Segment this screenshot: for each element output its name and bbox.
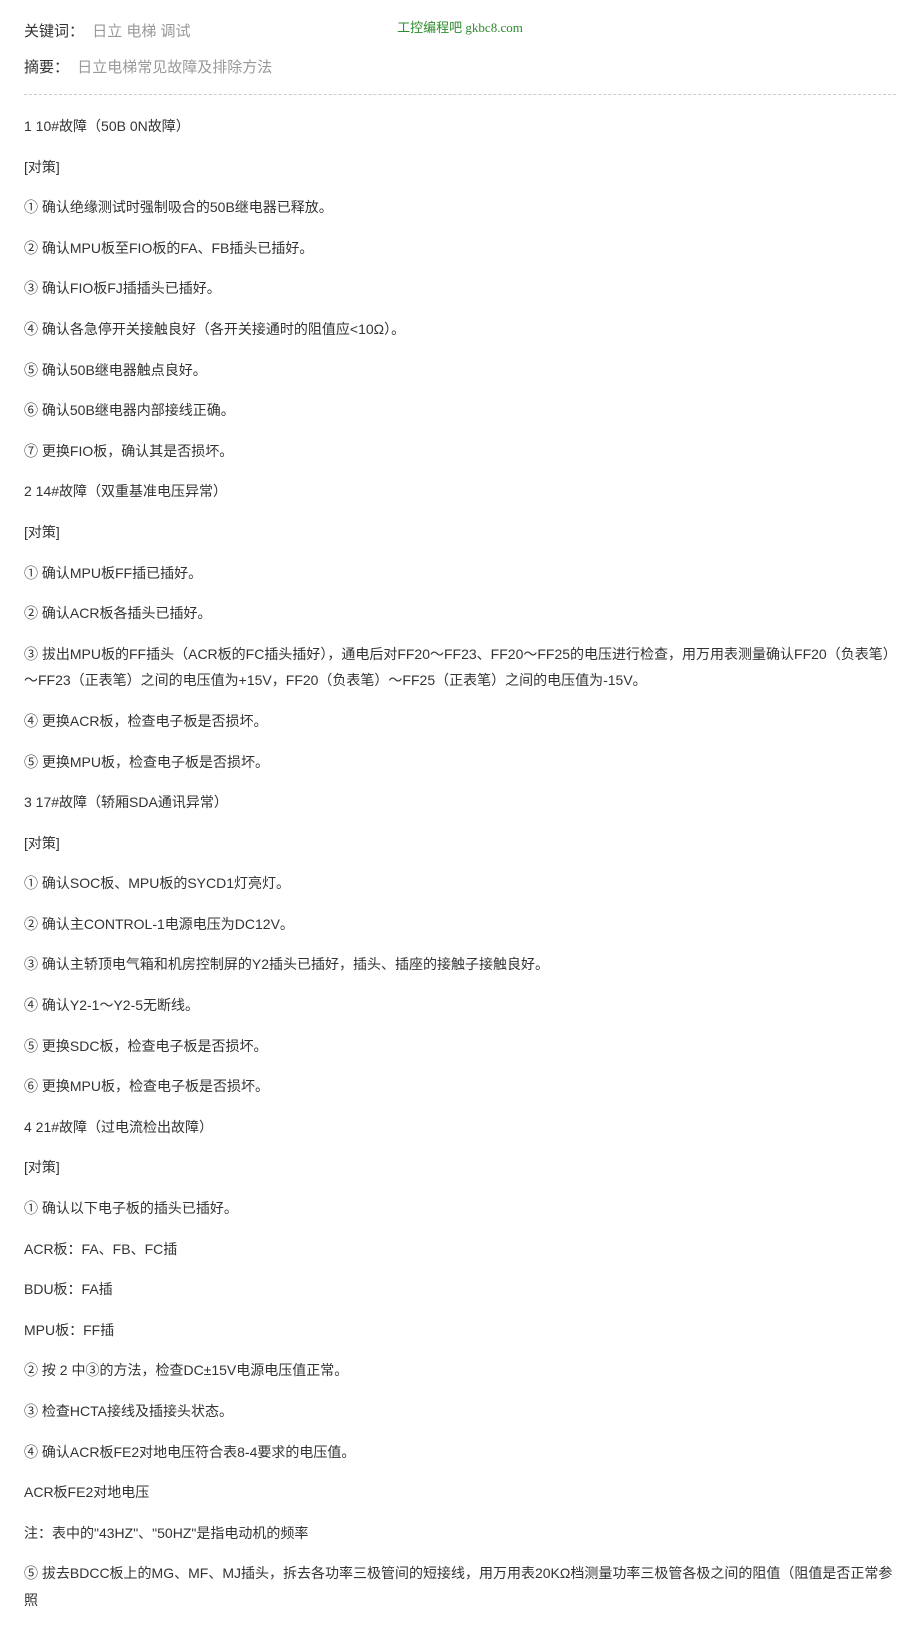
content-line: ② 确认主CONTROL-1电源电压为DC12V。 — [24, 911, 896, 938]
content-line: ③ 确认主轿顶电气箱和机房控制屏的Y2插头已插好，插头、插座的接触子接触良好。 — [24, 951, 896, 978]
content-line: 注：表中的"43HZ"、"50HZ"是指电动机的频率 — [24, 1520, 896, 1547]
content-line: ⑤ 更换MPU板，检查电子板是否损坏。 — [24, 749, 896, 776]
content-line: ④ 确认各急停开关接触良好（各开关接通时的阻值应<10Ω）。 — [24, 316, 896, 343]
content-line: ③ 确认FIO板FJ插插头已插好。 — [24, 275, 896, 302]
content-line: 3 17#故障（轿厢SDA通讯异常） — [24, 789, 896, 816]
content-line: ③ 检查HCTA接线及插接头状态。 — [24, 1398, 896, 1425]
keywords-label: 关键词： — [24, 23, 84, 40]
content-line: ④ 更换ACR板，检查电子板是否损坏。 — [24, 708, 896, 735]
content-line: ⑤ 确认50B继电器触点良好。 — [24, 357, 896, 384]
abstract-label: 摘要： — [24, 59, 69, 76]
content-line: ⑤ 更换SDC板，检查电子板是否损坏。 — [24, 1033, 896, 1060]
content-line: 1 10#故障（50B 0N故障） — [24, 113, 896, 140]
content-line: [对策] — [24, 830, 896, 857]
content-line: ACR板：FA、FB、FC插 — [24, 1236, 896, 1263]
content-line: ③ 拔出MPU板的FF插头（ACR板的FC插头插好），通电后对FF20～FF23… — [24, 641, 896, 694]
abstract-value: 日立电梯常见故障及排除方法 — [77, 59, 272, 76]
keywords-value: 日立 电梯 调试 — [92, 23, 190, 40]
content-line: ④ 确认ACR板FE2对地电压符合表8-4要求的电压值。 — [24, 1439, 896, 1466]
content-line: [对策] — [24, 154, 896, 181]
content-line: ⑥ 确认50B继电器内部接线正确。 — [24, 397, 896, 424]
abstract-row: 摘要： 日立电梯常见故障及排除方法 — [24, 56, 896, 80]
content-line: ② 确认ACR板各插头已插好。 — [24, 600, 896, 627]
content-line: ① 确认SOC板、MPU板的SYCD1灯亮灯。 — [24, 870, 896, 897]
content-line: ⑤ 拔去BDCC板上的MG、MF、MJ插头，拆去各功率三极管间的短接线，用万用表… — [24, 1560, 896, 1613]
content-line: [对策] — [24, 1154, 896, 1181]
content-line: ② 按 2 中③的方法，检查DC±15V电源电压值正常。 — [24, 1357, 896, 1384]
content-line: 4 21#故障（过电流检出故障） — [24, 1114, 896, 1141]
content-line: ⑥ 更换MPU板，检查电子板是否损坏。 — [24, 1073, 896, 1100]
content-line: ⑦ 更换FIO板，确认其是否损坏。 — [24, 438, 896, 465]
content-line: BDU板：FA插 — [24, 1276, 896, 1303]
content-line: ④ 确认Y2-1～Y2-5无断线。 — [24, 992, 896, 1019]
content-line: [对策] — [24, 519, 896, 546]
content-line: ① 确认以下电子板的插头已插好。 — [24, 1195, 896, 1222]
content-line: ACR板FE2对地电压 — [24, 1479, 896, 1506]
section-divider — [24, 94, 896, 95]
watermark-text: 工控编程吧 gkbc8.com — [397, 18, 523, 39]
content-line: MPU板：FF插 — [24, 1317, 896, 1344]
content-line: ① 确认绝缘测试时强制吸合的50B继电器已释放。 — [24, 194, 896, 221]
content-line: ① 确认MPU板FF插已插好。 — [24, 560, 896, 587]
content-line: 2 14#故障（双重基准电压异常） — [24, 478, 896, 505]
content-line: ② 确认MPU板至FIO板的FA、FB插头已插好。 — [24, 235, 896, 262]
document-content: 1 10#故障（50B 0N故障） [对策] ① 确认绝缘测试时强制吸合的50B继电… — [24, 113, 896, 1614]
